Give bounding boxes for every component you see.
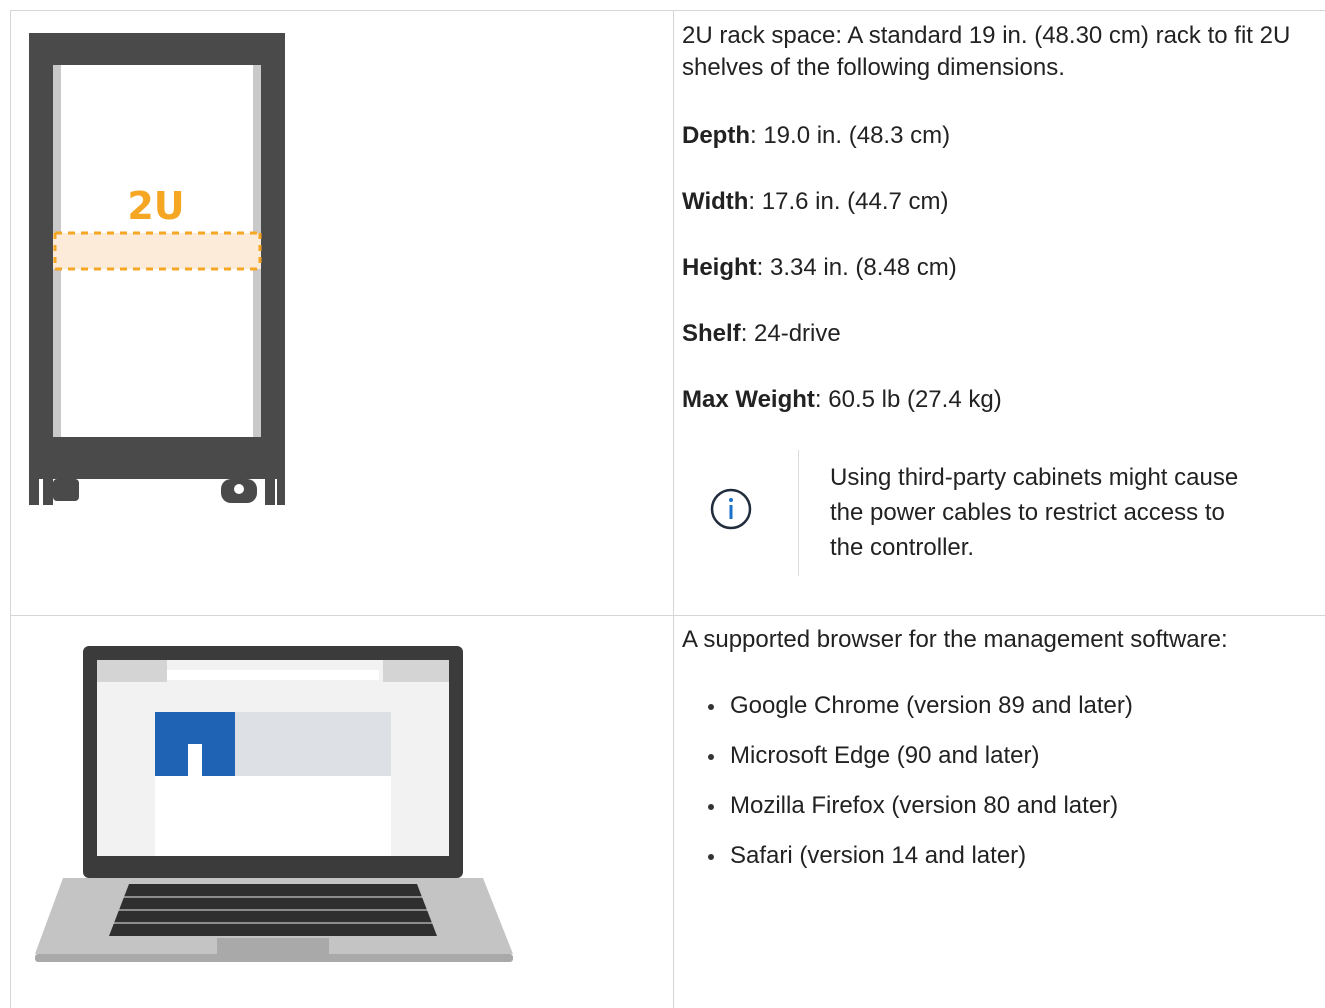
browser-name: Google Chrome (version 89 and later) — [730, 692, 1133, 719]
spec-value: : 3.34 in. (8.48 cm) — [756, 254, 957, 281]
list-item: Microsoft Edge (90 and later) — [708, 740, 1133, 790]
list-item: Google Chrome (version 89 and later) — [708, 690, 1133, 740]
spec-depth: Depth: 19.0 in. (48.3 cm) — [682, 120, 950, 152]
bullet-icon — [708, 754, 714, 760]
server-rack-icon: 2U — [29, 33, 285, 505]
spec-label: Max Weight — [682, 386, 815, 413]
bullet-icon — [708, 704, 714, 710]
spec-value: : 60.5 lb (27.4 kg) — [814, 386, 1002, 413]
spec-label: Width — [682, 188, 749, 215]
browser-intro-text: A supported browser for the management s… — [682, 626, 1228, 653]
browser-list: Google Chrome (version 89 and later) Mic… — [708, 690, 1133, 890]
list-item: Mozilla Firefox (version 80 and later) — [708, 790, 1133, 840]
rack-unit-label: 2U — [127, 184, 184, 228]
spec-label: Shelf — [682, 320, 741, 347]
bullet-icon — [708, 804, 714, 810]
browser-name: Mozilla Firefox (version 80 and later) — [730, 792, 1119, 819]
info-note: Using third-party cabinets might cause t… — [700, 450, 1300, 578]
browser-name: Safari (version 14 and later) — [730, 842, 1027, 869]
info-icon — [710, 488, 752, 530]
spec-label: Depth — [682, 122, 750, 149]
rack-illustration-cell: 2U — [11, 11, 671, 614]
spec-max-weight: Max Weight: 60.5 lb (27.4 kg) — [682, 384, 1002, 416]
spec-width: Width: 17.6 in. (44.7 cm) — [682, 186, 949, 218]
bullet-icon — [708, 854, 714, 860]
spec-height: Height: 3.34 in. (8.48 cm) — [682, 252, 957, 284]
list-item: Safari (version 14 and later) — [708, 840, 1133, 890]
laptop-illustration-cell — [11, 616, 671, 1008]
spec-shelf: Shelf: 24-drive — [682, 318, 841, 350]
note-text: Using third-party cabinets might cause t… — [830, 464, 1239, 561]
spec-value: : 24-drive — [740, 320, 841, 347]
browser-name: Microsoft Edge (90 and later) — [730, 742, 1040, 769]
spec-label: Height — [682, 254, 757, 281]
column-divider — [673, 10, 674, 1008]
spec-value: : 19.0 in. (48.3 cm) — [750, 122, 951, 149]
note-divider — [798, 450, 799, 576]
spec-value: : 17.6 in. (44.7 cm) — [748, 188, 949, 215]
rack-intro-text: 2U rack space: A standard 19 in. (48.30 … — [682, 22, 1291, 81]
laptop-icon — [35, 646, 513, 962]
